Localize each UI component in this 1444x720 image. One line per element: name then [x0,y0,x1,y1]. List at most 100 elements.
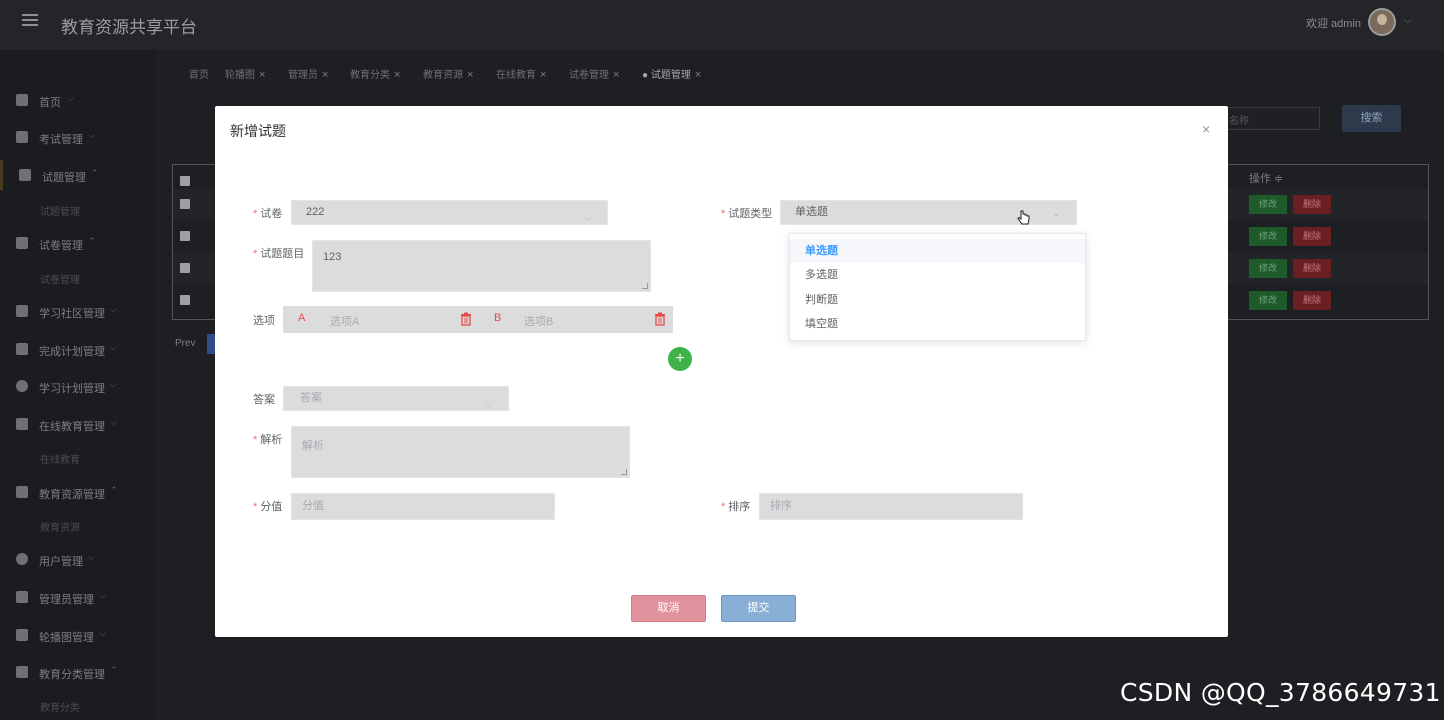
delete-button[interactable]: 删除 [1293,291,1331,310]
delete-button[interactable]: 删除 [1293,259,1331,278]
close-icon[interactable]: × [322,69,328,81]
sidebar-item-papers[interactable]: 试卷管理 ⌃ [0,228,155,258]
option-a-input[interactable]: 选项A [330,313,359,329]
tab-resources[interactable]: 教育资源 × [423,66,473,81]
dropdown-option-single-choice[interactable]: 单选题 [790,239,1085,263]
close-icon[interactable]: × [394,69,400,81]
resize-handle-icon[interactable] [642,283,648,289]
sidebar-item-admins[interactable]: 管理员管理 ⌵ [0,582,155,612]
avatar[interactable] [1368,8,1396,36]
add-option-button[interactable]: + [668,347,692,371]
dropdown-option-true-false[interactable]: 判断题 [790,288,1085,312]
row-checkbox[interactable] [180,295,190,305]
paper-icon [16,237,28,249]
category-icon [16,666,28,678]
tab-admins[interactable]: 管理员 × [288,66,328,81]
close-icon[interactable]: × [540,69,546,81]
tab-label: 试卷管理 [569,70,609,81]
search-input[interactable]: 名称 [1220,107,1320,130]
tab-label: 教育分类 [350,70,390,81]
chevron-down-icon: ⌵ [110,417,117,427]
sidebar-item-carousel[interactable]: 轮播图管理 ⌵ [0,620,155,650]
sort-input[interactable]: 排序 [759,493,1023,520]
score-placeholder: 分值 [302,500,324,512]
analysis-placeholder: 解析 [302,440,324,452]
edit-button[interactable]: 修改 [1249,291,1287,310]
close-icon[interactable]: × [695,69,701,81]
chevron-down-icon[interactable]: ⌵ [1404,15,1412,26]
close-icon[interactable]: × [613,69,619,81]
delete-button[interactable]: 删除 [1293,227,1331,246]
tab-online-edu[interactable]: 在线教育 × [496,66,546,81]
cancel-button[interactable]: 取消 [631,595,706,622]
sidebar-item-categories[interactable]: 教育分类管理 ⌃ [0,657,155,687]
tab-carousel[interactable]: 轮播图 × [225,66,265,81]
sidebar-item-completion[interactable]: 完成计划管理 ⌵ [0,334,155,364]
tab-label: 在线教育 [496,70,536,81]
sidebar-item-online-edu[interactable]: 在线教育管理 ⌵ [0,409,155,439]
community-icon [16,305,28,317]
current-page-indicator[interactable] [207,334,215,354]
close-icon[interactable]: × [259,69,265,81]
watermark-text: CSDN @QQ_3786649731 [1120,678,1441,707]
chevron-down-icon: ⌵ [584,213,591,223]
submenu-item-online-edu[interactable]: 在线教育 [40,451,80,466]
sidebar-item-resources[interactable]: 教育资源管理 ⌃ [0,477,155,507]
paper-select[interactable]: 222 ⌵ [291,200,608,225]
tab-categories[interactable]: 教育分类 × [350,66,400,81]
edit-button[interactable]: 修改 [1249,259,1287,278]
sidebar-item-home[interactable]: 首页 ⌵ [0,85,155,115]
submenu-item-questions[interactable]: 试题管理 [40,203,80,218]
submenu-item-categories[interactable]: 教育分类 [40,699,80,714]
trash-icon[interactable] [654,312,666,326]
row-checkbox[interactable] [180,263,190,273]
question-type-select[interactable]: 单选题 ⌃ [780,200,1077,225]
score-label: * 分值 [253,501,283,513]
sidebar-item-users[interactable]: 用户管理 ⌵ [0,544,155,574]
menu-toggle-icon[interactable] [22,14,38,28]
row-checkbox[interactable] [180,231,190,241]
sidebar-item-study-plan[interactable]: 学习计划管理 ⌵ [0,371,155,401]
search-button[interactable]: 搜索 [1342,105,1401,132]
tab-label: 教育资源 [423,70,463,81]
submit-button[interactable]: 提交 [721,595,796,622]
option-b-input[interactable]: 选项B [524,313,553,329]
question-type-value: 单选题 [795,206,828,218]
chevron-down-icon: ⌵ [88,552,95,562]
delete-button[interactable]: 删除 [1293,195,1331,214]
option-b-letter: B [494,312,502,324]
active-dot-icon: ● [642,70,651,81]
question-title-textarea[interactable]: 123 [312,240,651,292]
submenu-item-papers[interactable]: 试卷管理 [40,271,80,286]
resize-handle-icon[interactable] [621,469,627,475]
prev-page-button[interactable]: Prev [175,338,196,349]
answer-placeholder: 答案 [300,392,322,404]
paper-label: * 试卷 [253,208,283,220]
question-title-value: 123 [323,251,342,263]
row-checkbox[interactable] [180,199,190,209]
chevron-down-icon: ⌵ [485,399,492,409]
answer-label: 答案 [253,394,275,406]
sidebar-item-label: 教育分类管理 [39,669,105,681]
tab-papers[interactable]: 试卷管理 × [569,66,619,81]
select-all-checkbox[interactable] [180,176,190,186]
sidebar-item-label: 轮播图管理 [39,632,94,644]
sidebar-item-exams[interactable]: 考试管理 ⌵ [0,122,155,152]
chevron-down-icon: ⌵ [67,93,74,103]
sidebar-item-community[interactable]: 学习社区管理 ⌵ [0,296,155,326]
score-input[interactable]: 分值 [291,493,555,520]
chevron-down-icon: ⌵ [110,379,117,389]
sidebar-item-questions[interactable]: 试题管理 ⌃ [0,160,155,190]
tab-home[interactable]: 首页 [189,66,209,81]
close-icon[interactable]: × [1202,121,1210,137]
tab-questions[interactable]: ● 试题管理 × [642,66,701,81]
submenu-item-resources[interactable]: 教育资源 [40,519,80,534]
close-icon[interactable]: × [467,69,473,81]
dropdown-option-multiple-choice[interactable]: 多选题 [790,263,1085,287]
trash-icon[interactable] [460,312,472,326]
edit-button[interactable]: 修改 [1249,227,1287,246]
analysis-textarea[interactable]: 解析 [291,426,630,478]
dropdown-option-fill-blank[interactable]: 填空题 [790,312,1085,336]
answer-select[interactable]: 答案 ⌵ [283,386,509,411]
edit-button[interactable]: 修改 [1249,195,1287,214]
